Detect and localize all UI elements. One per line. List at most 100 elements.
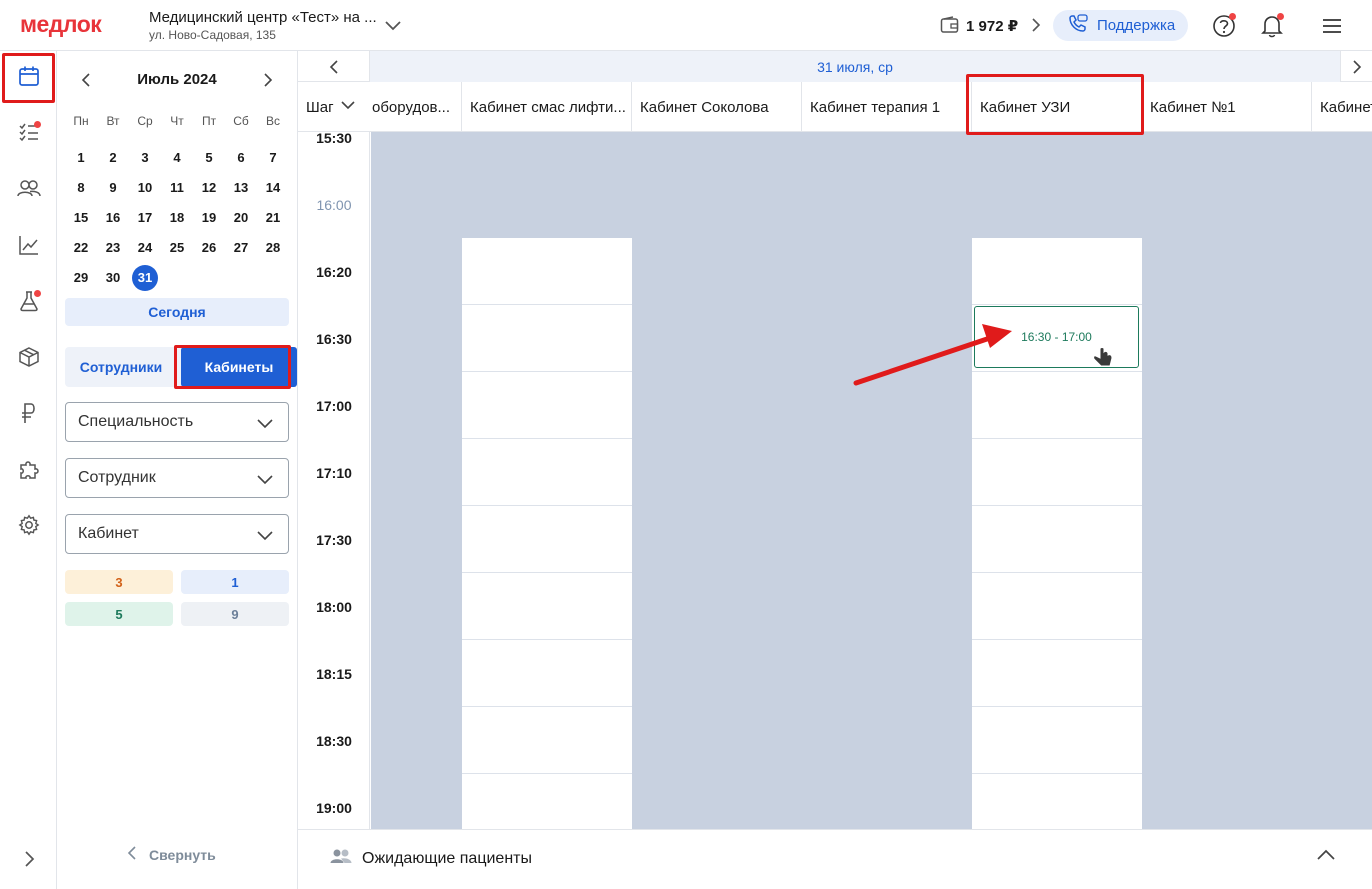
calendar-day[interactable]: 17 <box>132 205 158 231</box>
calendar-day[interactable]: 8 <box>68 175 94 201</box>
counter-badge[interactable]: 1 <box>181 570 289 594</box>
bell-notification-dot <box>1277 13 1284 20</box>
column-header-equipment[interactable]: оборудов... <box>370 82 462 132</box>
analytics-icon[interactable] <box>12 228 46 262</box>
calendar-day[interactable]: 25 <box>164 235 190 261</box>
grid-line <box>462 438 632 439</box>
logo[interactable]: медлок <box>20 11 102 38</box>
calendar-day[interactable]: 14 <box>260 175 286 201</box>
weekday-label: Сб <box>233 114 249 128</box>
grid-line <box>462 773 632 774</box>
waiting-patients-bar[interactable]: Ожидающие пациенты <box>298 829 1372 887</box>
column-header-smas[interactable]: Кабинет смас лифти... <box>461 82 631 132</box>
calendar-day[interactable]: 2 <box>100 145 126 171</box>
puzzle-icon[interactable] <box>12 452 46 486</box>
calendar-day[interactable]: 30 <box>100 265 126 291</box>
box-icon[interactable] <box>12 340 46 374</box>
calendar-day[interactable]: 7 <box>260 145 286 171</box>
employee-select[interactable]: Сотрудник <box>65 458 289 498</box>
calendar-day-selected[interactable]: 31 <box>132 265 158 291</box>
calendar-day[interactable]: 19 <box>196 205 222 231</box>
appointment-slot[interactable]: 16:30 - 17:00 <box>974 306 1139 368</box>
calendar-day[interactable]: 23 <box>100 235 126 261</box>
column-header-cabinet[interactable]: Кабинет <box>1311 82 1372 132</box>
current-date[interactable]: 31 июля, ср <box>370 51 1340 82</box>
chevron-left-icon[interactable] <box>75 69 97 91</box>
weekday-label: Чт <box>170 114 184 128</box>
help-icon[interactable] <box>1211 13 1237 39</box>
calendar-day[interactable]: 28 <box>260 235 286 261</box>
cabinets-tab[interactable]: Кабинеты <box>181 347 297 387</box>
chevron-right-icon[interactable] <box>1030 17 1042 38</box>
chevron-right-icon[interactable] <box>257 69 279 91</box>
chevron-up-icon[interactable] <box>1316 848 1336 867</box>
calendar-day[interactable]: 20 <box>228 205 254 231</box>
lab-flask-icon[interactable] <box>12 284 46 318</box>
calendar-day[interactable]: 16 <box>100 205 126 231</box>
patients-icon <box>330 848 352 869</box>
calendar-day[interactable]: 13 <box>228 175 254 201</box>
grid-line <box>972 505 1142 506</box>
step-selector[interactable]: Шаг <box>298 82 370 132</box>
column-header-uzi[interactable]: Кабинет УЗИ <box>971 82 1141 132</box>
clinic-selector[interactable]: Медицинский центр «Тест» на ... ул. Ново… <box>149 9 377 42</box>
task-list-icon[interactable] <box>12 115 46 149</box>
calendar-day[interactable]: 15 <box>68 205 94 231</box>
calendar-day[interactable]: 24 <box>132 235 158 261</box>
cabinet-columns-header: Шаг оборудов... Кабинет смас лифти... Ка… <box>298 82 1372 132</box>
calendar-day[interactable]: 4 <box>164 145 190 171</box>
schedule-grid: 15:30 16:00 16:20 16:30 17:00 17:10 17:30 18:00… <box>298 130 1372 829</box>
calendar-icon[interactable] <box>12 59 46 93</box>
grid-line <box>972 371 1142 372</box>
collapse-button[interactable]: Свернуть <box>127 846 216 863</box>
gear-icon[interactable] <box>12 508 46 542</box>
column-header-sokolov[interactable]: Кабинет Соколова <box>631 82 801 132</box>
clinic-name: Медицинский центр «Тест» на ... <box>149 9 377 26</box>
weekday-label: Вс <box>265 114 280 128</box>
specialty-select[interactable]: Специальность <box>65 402 289 442</box>
employees-tab[interactable]: Сотрудники <box>65 347 177 387</box>
chevron-down-icon <box>340 98 356 116</box>
counter-badge[interactable]: 9 <box>181 602 289 626</box>
calendar-day[interactable]: 11 <box>164 175 190 201</box>
filter-panel: Июль 2024 Пн Вт Ср Чт Пт Сб Вс 1 2 3 4 5 6 7 8 9 10 11 12… <box>57 51 298 889</box>
column-header-therapy[interactable]: Кабинет терапия 1 <box>801 82 971 132</box>
top-header: медлок Медицинский центр «Тест» на ... у… <box>0 0 1372 51</box>
balance-amount[interactable]: 1 972 ₽ <box>966 17 1018 35</box>
chevron-left-icon[interactable] <box>298 51 370 82</box>
icon-sidebar <box>0 51 57 889</box>
help-notification-dot <box>1229 13 1236 20</box>
calendar-day[interactable]: 26 <box>196 235 222 261</box>
today-button[interactable]: Сегодня <box>65 298 289 326</box>
calendar-day[interactable]: 6 <box>228 145 254 171</box>
bell-icon[interactable] <box>1259 13 1285 39</box>
calendar-day[interactable]: 27 <box>228 235 254 261</box>
weekday-label: Ср <box>137 114 153 128</box>
counter-badge[interactable]: 5 <box>65 602 173 626</box>
chevron-right-icon[interactable] <box>1340 51 1372 82</box>
counter-badge[interactable]: 3 <box>65 570 173 594</box>
calendar-day[interactable]: 22 <box>68 235 94 261</box>
menu-icon[interactable] <box>1319 13 1345 39</box>
expand-sidebar-icon[interactable] <box>12 842 46 876</box>
calendar-day[interactable]: 5 <box>196 145 222 171</box>
calendar-day[interactable]: 29 <box>68 265 94 291</box>
ruble-icon[interactable] <box>12 396 46 430</box>
calendar-day[interactable]: 18 <box>164 205 190 231</box>
calendar-day[interactable]: 1 <box>68 145 94 171</box>
calendar-day[interactable]: 9 <box>100 175 126 201</box>
calendar-day[interactable]: 21 <box>260 205 286 231</box>
calendar-days: 1 2 3 4 5 6 7 8 9 10 11 12 13 14 15 16 17 18 19 20 21 22 23 24 2… <box>65 145 289 295</box>
calendar-day[interactable]: 12 <box>196 175 222 201</box>
tasks-notification-dot <box>34 121 41 128</box>
column-header-cabinet-1[interactable]: Кабинет №1 <box>1141 82 1311 132</box>
time-label: 17:00 <box>316 398 352 414</box>
cabinet-select[interactable]: Кабинет <box>65 514 289 554</box>
grid-line <box>462 304 632 305</box>
calendar-day[interactable]: 3 <box>132 145 158 171</box>
support-button[interactable]: Поддержка <box>1053 10 1188 41</box>
patients-icon[interactable] <box>12 171 46 205</box>
chevron-down-icon[interactable] <box>384 16 402 39</box>
calendar-day[interactable]: 10 <box>132 175 158 201</box>
open-column-smas[interactable] <box>462 238 632 829</box>
